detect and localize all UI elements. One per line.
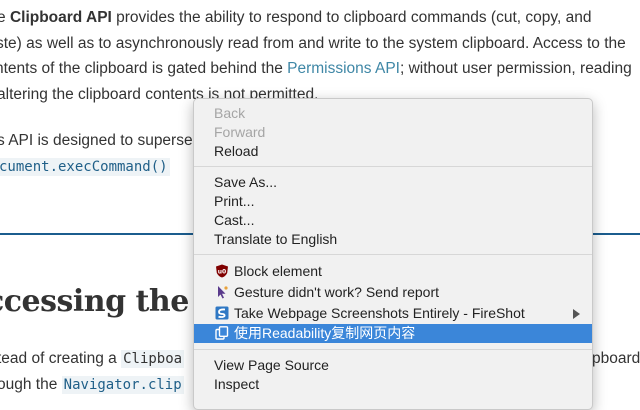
- menu-item-label: Cast...: [214, 212, 255, 228]
- gesture-cursor-icon: [218, 286, 228, 299]
- menu-item-label: Back: [214, 105, 246, 121]
- section-heading: ccessing the: [0, 284, 189, 319]
- menu-item-readability-copy[interactable]: 使用Readability复制网页内容: [194, 324, 592, 343]
- menu-item-gesture-report[interactable]: Gesture didn't work? Send report: [194, 283, 592, 302]
- exec-command-code-link[interactable]: cument.execCommand(): [0, 158, 170, 176]
- menu-item-label: Translate to English: [214, 231, 338, 247]
- clipboard-code: Clipboa: [121, 350, 185, 368]
- paragraph-line-3: ntents of the clipboard is gated behind …: [0, 59, 632, 79]
- menu-item-label: Reload: [214, 143, 259, 159]
- text-segment: ough the: [0, 376, 62, 393]
- menu-item-label: View Page Source: [214, 357, 329, 373]
- paragraph-line-1: e Clipboard API provides the ability to …: [0, 8, 591, 28]
- text-segment: provides the ability to respond to clipb…: [111, 9, 592, 26]
- copy-readability-icon: [215, 326, 229, 340]
- svg-text:u0: u0: [218, 269, 226, 276]
- paragraph-line-2: ste) as well as to asynchronously read f…: [0, 35, 626, 52]
- menu-separator: [194, 166, 592, 167]
- menu-item-translate[interactable]: Translate to English: [194, 230, 592, 249]
- menu-separator: [194, 349, 592, 350]
- menu-item-forward[interactable]: Forward: [194, 123, 592, 142]
- text-segment: ntents of the clipboard is gated behind …: [0, 60, 288, 77]
- bold-text: Clipboard API: [9, 9, 112, 26]
- menu-item-label: 使用Readability复制网页内容: [234, 325, 416, 341]
- menu-item-save-as[interactable]: Save As...: [194, 173, 592, 192]
- ublock-origin-icon: u0: [216, 264, 228, 278]
- menu-item-label: Inspect: [214, 376, 260, 392]
- menu-item-label: Print...: [214, 193, 255, 209]
- menu-item-inspect[interactable]: Inspect: [194, 375, 592, 394]
- menu-item-label: Gesture didn't work? Send report: [234, 284, 440, 300]
- submenu-arrow-icon: [573, 309, 580, 319]
- navigator-clipboard-code-link[interactable]: Navigator.clip: [61, 376, 184, 394]
- menu-item-block-element[interactable]: u0 Block element: [194, 262, 592, 281]
- text-segment: ; without user permission, reading: [399, 60, 632, 77]
- paragraph-line-7: tead of creating a Clipboa: [0, 349, 185, 369]
- text-segment: tead of creating a: [0, 350, 122, 367]
- menu-item-cast[interactable]: Cast...: [194, 211, 592, 230]
- menu-item-back[interactable]: Back: [194, 104, 592, 123]
- menu-item-label: Block element: [234, 263, 322, 279]
- permissions-api-link[interactable]: Permissions API: [287, 60, 400, 77]
- menu-item-view-source[interactable]: View Page Source: [194, 356, 592, 375]
- menu-item-label: Take Webpage Screenshots Entirely - Fire…: [234, 305, 525, 321]
- menu-item-label: Save As...: [214, 174, 278, 190]
- menu-item-reload[interactable]: Reload: [194, 142, 592, 161]
- paragraph-line-6: cument.execCommand(): [0, 157, 170, 177]
- paragraph-line-5: s API is designed to superse: [0, 132, 193, 149]
- menu-item-fireshot[interactable]: Take Webpage Screenshots Entirely - Fire…: [194, 304, 592, 323]
- paragraph-line-7-right: pboard: [592, 350, 640, 367]
- context-menu: Back Forward Reload Save As... Print... …: [193, 98, 593, 410]
- fireshot-icon: [215, 306, 229, 320]
- menu-item-print[interactable]: Print...: [194, 192, 592, 211]
- text-segment: e: [0, 9, 6, 26]
- paragraph-line-8: ough the Navigator.clip: [0, 375, 184, 395]
- menu-item-label: Forward: [214, 124, 266, 140]
- menu-separator: [194, 254, 592, 255]
